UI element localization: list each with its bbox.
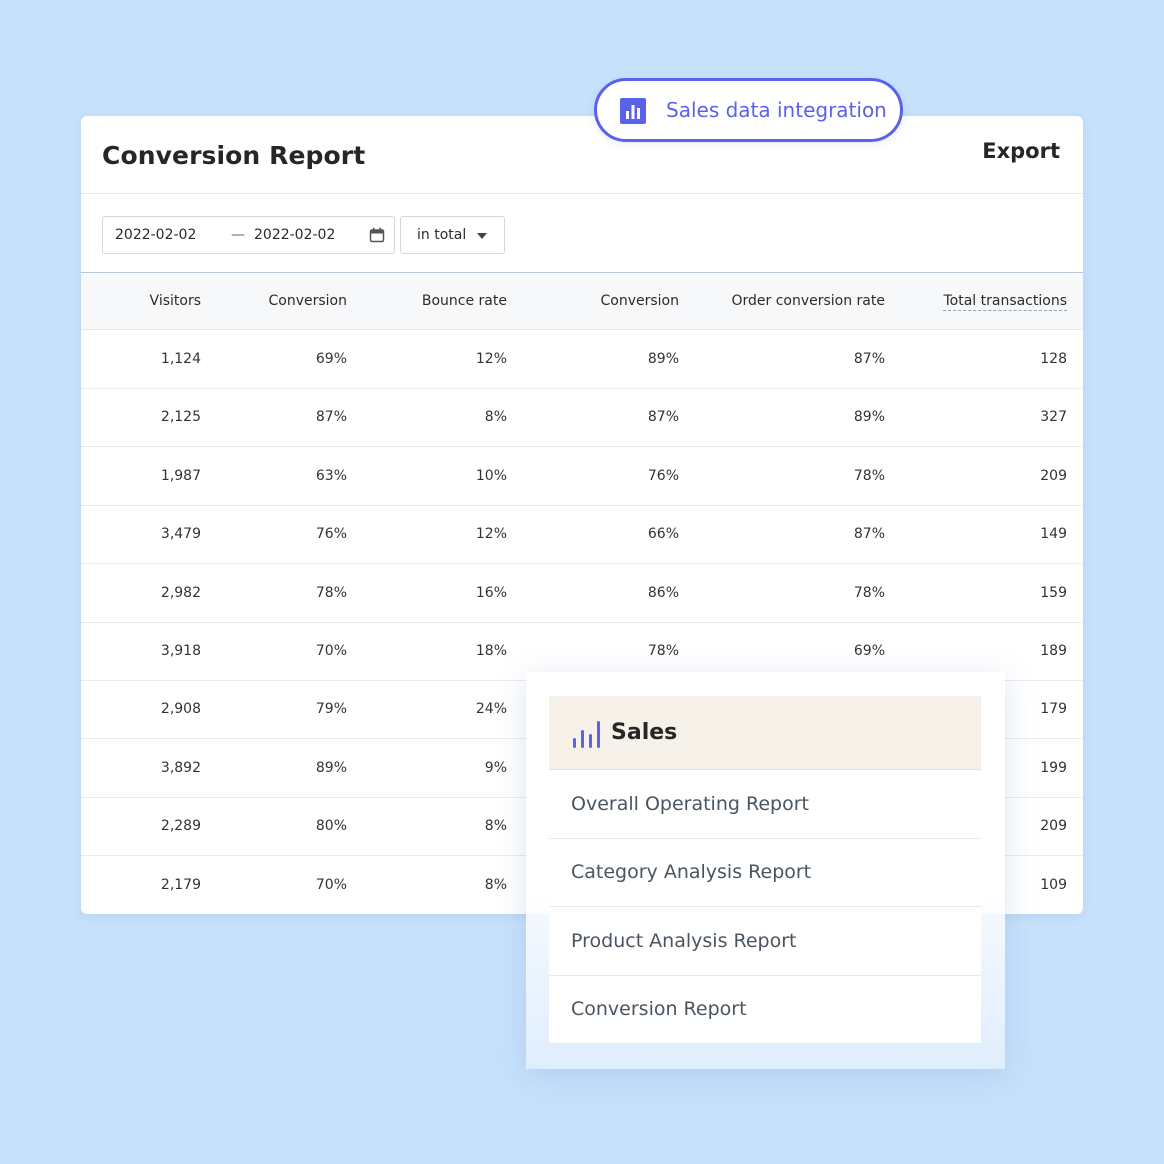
cell-conversion-2: 87%: [647, 409, 679, 426]
menu-item-label: Product Analysis Report: [571, 930, 797, 952]
column-header-conversion[interactable]: Conversion: [269, 293, 348, 309]
aggregation-select[interactable]: in total: [400, 216, 505, 254]
cell-bounce-rate: 8%: [484, 818, 507, 835]
cell-total-transactions: 189: [1040, 643, 1067, 659]
cell-bounce-rate: 12%: [475, 526, 507, 543]
badge-label: Sales data integration: [666, 98, 887, 122]
table-header: Visitors Conversion Bounce rate Conversi…: [81, 272, 1083, 330]
cell-conversion-2: 66%: [647, 526, 679, 543]
menu-item-category-analysis-report[interactable]: Category Analysis Report: [549, 839, 981, 907]
cell-total-transactions: 179: [1040, 701, 1067, 718]
cell-total-transactions: 149: [1040, 526, 1067, 543]
cell-bounce-rate: 12%: [475, 351, 507, 367]
menu-item-overall-operating-report[interactable]: Overall Operating Report: [549, 771, 981, 839]
cell-conversion: 69%: [315, 351, 347, 367]
cell-total-transactions: 199: [1040, 759, 1067, 776]
cell-bounce-rate: 24%: [475, 701, 507, 718]
table-row: 1,987 63% 10% 76% 78% 209: [81, 448, 1083, 506]
menu-item-label: Overall Operating Report: [571, 793, 809, 815]
cell-conversion: 87%: [315, 409, 347, 426]
table-row: 2,125 87% 8% 87% 89% 327: [81, 389, 1083, 448]
cell-total-transactions: 209: [1040, 467, 1067, 484]
page-title: Conversion Report: [102, 141, 366, 170]
cell-total-transactions: 209: [1040, 818, 1067, 835]
card-header: Conversion Report Export: [81, 116, 1083, 194]
cell-visitors: 3,892: [160, 759, 201, 776]
sales-bars-icon: [573, 721, 600, 748]
cell-conversion-2: 76%: [647, 467, 679, 484]
cell-order-conversion-rate: 87%: [853, 351, 885, 367]
cell-conversion-2: 78%: [647, 643, 679, 659]
cell-visitors: 2,908: [160, 701, 201, 718]
start-date[interactable]: 2022-02-02: [115, 227, 196, 243]
cell-total-transactions: 128: [1040, 351, 1067, 367]
cell-conversion: 89%: [315, 759, 347, 776]
cell-total-transactions: 159: [1040, 584, 1067, 601]
caret-down-icon: [477, 233, 487, 239]
cell-order-conversion-rate: 89%: [853, 409, 885, 426]
cell-bounce-rate: 18%: [475, 643, 507, 659]
cell-conversion: 70%: [315, 876, 347, 893]
cell-order-conversion-rate: 69%: [853, 643, 885, 659]
column-header-total-transactions[interactable]: Total transactions: [943, 293, 1067, 311]
cell-visitors: 2,982: [160, 584, 201, 601]
cell-visitors: 1,987: [160, 467, 201, 484]
cell-bounce-rate: 10%: [475, 467, 507, 484]
end-date[interactable]: 2022-02-02: [254, 227, 335, 243]
sales-data-integration-badge[interactable]: Sales data integration: [594, 78, 903, 142]
calendar-icon[interactable]: [369, 227, 385, 243]
cell-conversion-2: 86%: [647, 584, 679, 601]
cell-visitors: 2,125: [160, 409, 201, 426]
cell-bounce-rate: 9%: [484, 759, 507, 776]
cell-conversion: 63%: [315, 467, 347, 484]
column-header-bounce-rate[interactable]: Bounce rate: [422, 293, 507, 309]
menu-item-product-analysis-report[interactable]: Product Analysis Report: [549, 908, 981, 976]
cell-conversion-2: 89%: [647, 351, 679, 367]
date-separator: —: [231, 227, 245, 243]
column-header-conversion-2[interactable]: Conversion: [601, 293, 680, 309]
menu-item-label: Conversion Report: [571, 998, 747, 1020]
aggregation-value: in total: [417, 227, 467, 243]
column-header-order-conversion-rate[interactable]: Order conversion rate: [731, 293, 885, 309]
menu-title: Sales: [611, 720, 678, 745]
cell-bounce-rate: 8%: [484, 409, 507, 426]
cell-order-conversion-rate: 78%: [853, 467, 885, 484]
export-button[interactable]: Export: [982, 139, 1060, 163]
cell-visitors: 3,918: [160, 643, 201, 659]
sales-menu-panel: Sales Overall Operating Report Category …: [526, 672, 1005, 1069]
cell-bounce-rate: 16%: [475, 584, 507, 601]
cell-visitors: 2,289: [160, 818, 201, 835]
table-row: 3,479 76% 12% 66% 87% 149: [81, 506, 1083, 565]
column-header-visitors[interactable]: Visitors: [150, 293, 201, 309]
cell-order-conversion-rate: 87%: [853, 526, 885, 543]
date-range-picker[interactable]: 2022-02-02 — 2022-02-02: [102, 216, 395, 254]
menu-item-conversion-report[interactable]: Conversion Report: [549, 976, 981, 1044]
cell-visitors: 2,179: [160, 876, 201, 893]
table-row: 2,982 78% 16% 86% 78% 159: [81, 565, 1083, 623]
cell-total-transactions: 109: [1040, 876, 1067, 893]
table-row: 1,124 69% 12% 89% 87% 128: [81, 331, 1083, 389]
menu-item-label: Category Analysis Report: [571, 861, 812, 883]
cell-order-conversion-rate: 78%: [853, 584, 885, 601]
cell-total-transactions: 327: [1040, 409, 1067, 426]
cell-conversion: 78%: [315, 584, 347, 601]
menu-header: Sales: [549, 696, 981, 770]
cell-bounce-rate: 8%: [484, 876, 507, 893]
cell-visitors: 3,479: [160, 526, 201, 543]
bar-chart-icon: [620, 98, 646, 124]
cell-visitors: 1,124: [160, 351, 201, 367]
cell-conversion: 70%: [315, 643, 347, 659]
cell-conversion: 79%: [315, 701, 347, 718]
cell-conversion: 76%: [315, 526, 347, 543]
cell-conversion: 80%: [315, 818, 347, 835]
